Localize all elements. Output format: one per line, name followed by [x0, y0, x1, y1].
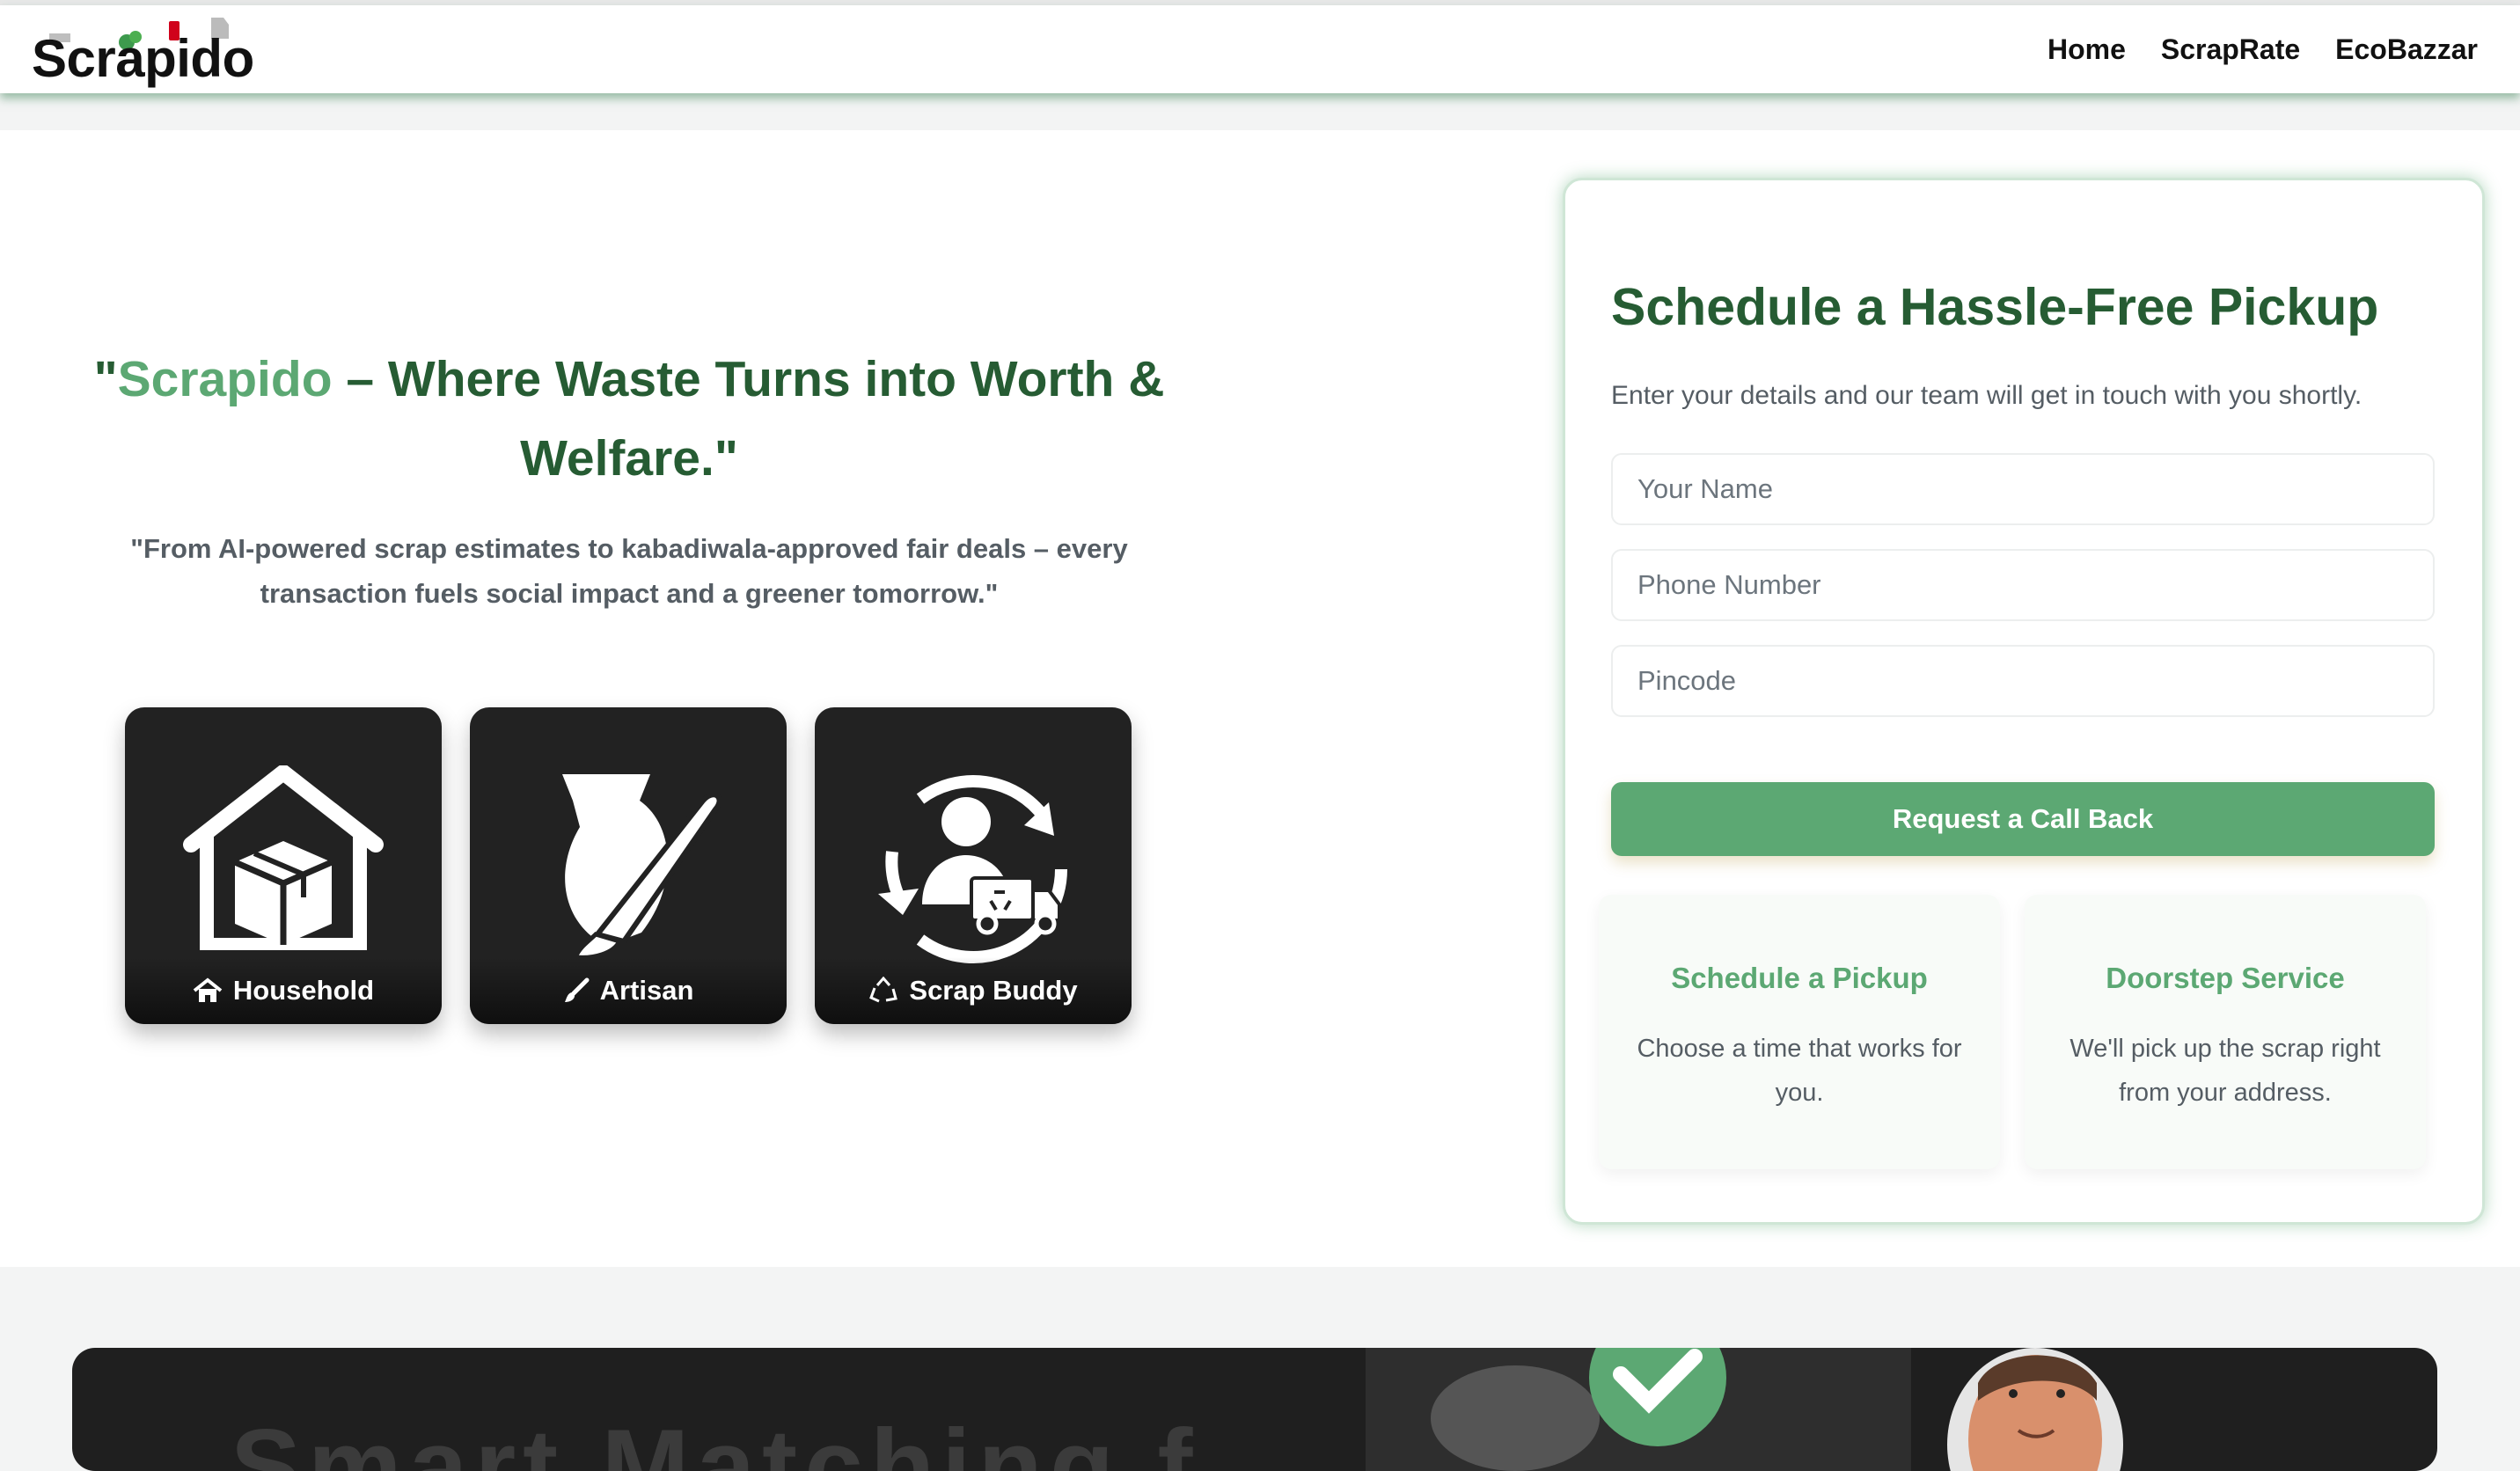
household-card[interactable]: Household: [125, 707, 442, 1024]
feature-schedule-pickup: Schedule a Pickup Choose a time that wor…: [1599, 895, 2000, 1169]
nav-link-scraprate[interactable]: ScrapRate: [2161, 33, 2300, 66]
person-illustration: [1947, 1348, 2123, 1471]
artisan-card[interactable]: Artisan: [470, 707, 787, 1024]
artisan-label-row: Artisan: [470, 957, 787, 1024]
logo-text: Scrapido: [32, 29, 254, 88]
scrap-buddy-label-row: Scrap Buddy: [815, 957, 1132, 1024]
person-truck-cycle-icon: [878, 775, 1067, 963]
smart-matching-banner: Smart Matching f: [72, 1348, 2437, 1471]
pickup-form-card: Schedule a Hassle-Free Pickup Enter your…: [1563, 178, 2485, 1225]
request-call-back-button[interactable]: Request a Call Back: [1611, 782, 2435, 856]
nav-link-ecobazzar[interactable]: EcoBazzar: [2335, 33, 2478, 66]
nav-link-home[interactable]: Home: [2048, 33, 2126, 66]
artisan-label: Artisan: [599, 975, 694, 1006]
feature-text: We'll pick up the scrap right from your …: [2069, 1035, 2381, 1107]
form-title: Schedule a Hassle-Free Pickup: [1611, 278, 2379, 336]
headline-open-quote: ": [93, 351, 118, 407]
hero-subline: "From AI-powered scrap estimates to kaba…: [130, 533, 1128, 609]
recycle-icon: [869, 977, 898, 1003]
headline-rest: – Where Waste Turns into Worth & Welfare…: [332, 351, 1165, 487]
house-box-icon: [183, 765, 384, 950]
form-subtitle: Enter your details and our team will get…: [1611, 381, 2362, 410]
paintbrush-icon: [564, 977, 590, 1002]
household-label: Household: [232, 975, 375, 1006]
phone-input[interactable]: [1611, 549, 2435, 621]
navbar: Scrapido Home ScrapRate EcoBazzar: [0, 5, 2520, 93]
feature-doorstep-service: Doorstep Service We'll pick up the scrap…: [2025, 895, 2426, 1169]
user-type-cards: Household Artisan Scrap Buddy: [125, 707, 1132, 1024]
home-icon: [193, 977, 223, 1002]
hero-headline: "Scrapido – Where Waste Turns into Worth…: [79, 340, 1179, 498]
feature-title: Doorstep Service: [2106, 962, 2345, 994]
scrap-buddy-card[interactable]: Scrap Buddy: [815, 707, 1132, 1024]
name-input[interactable]: [1611, 453, 2435, 525]
logo[interactable]: Scrapido: [32, 18, 260, 90]
checkmark-badge-icon: [1366, 1348, 1911, 1471]
household-label-row: Household: [125, 957, 442, 1024]
vase-brush-icon: [562, 774, 722, 959]
pincode-input[interactable]: [1611, 645, 2435, 717]
headline-brand: Scrapido: [117, 351, 333, 407]
scrap-buddy-label: Scrap Buddy: [909, 975, 1078, 1006]
nav-links: Home ScrapRate EcoBazzar: [2048, 33, 2478, 66]
banner-heading: Smart Matching f: [231, 1408, 1200, 1471]
feature-text: Choose a time that works for you.: [1637, 1035, 1962, 1107]
banner-photo: [1366, 1348, 1911, 1471]
feature-title: Schedule a Pickup: [1671, 962, 1928, 994]
